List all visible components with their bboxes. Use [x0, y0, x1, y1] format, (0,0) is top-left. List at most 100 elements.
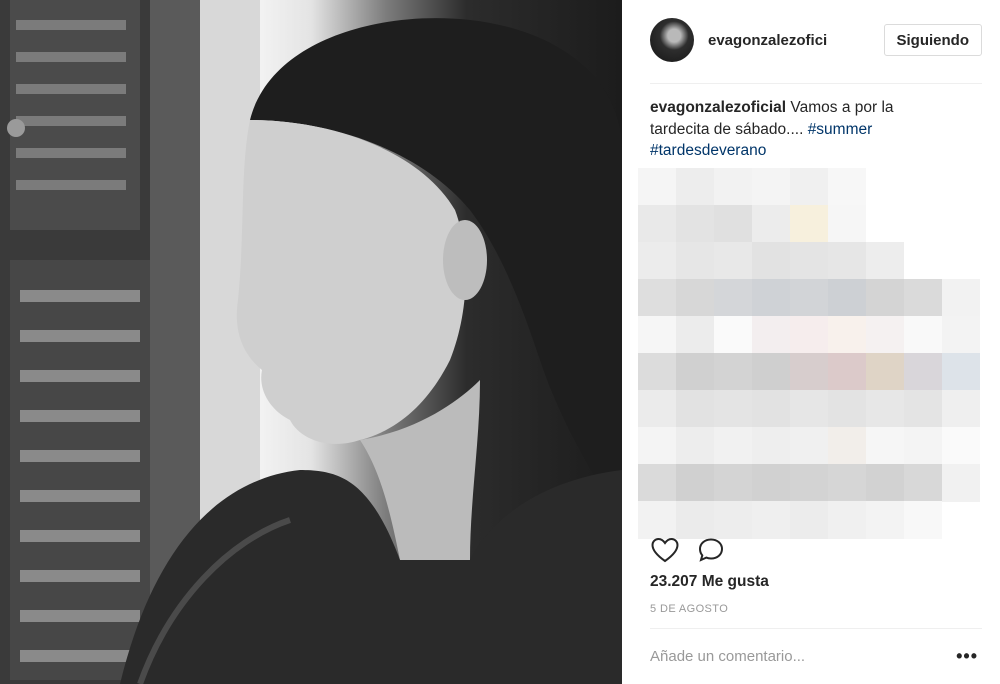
- pixel-block: [790, 501, 828, 539]
- like-button[interactable]: [648, 535, 682, 565]
- likes-count[interactable]: 23.207 Me gusta: [650, 573, 769, 591]
- pixel-block: [676, 279, 714, 317]
- caption-text-line1: Vamos a por la: [786, 99, 894, 116]
- pixel-block: [752, 353, 790, 391]
- pixel-block: [676, 242, 714, 280]
- post-photo[interactable]: [0, 0, 622, 684]
- pixel-block: [752, 279, 790, 317]
- pixel-block: [638, 205, 676, 243]
- pixel-block: [714, 427, 752, 465]
- comment-button[interactable]: [694, 535, 728, 565]
- pixel-block: [714, 205, 752, 243]
- post-header: evagonzalezofici Siguiendo: [650, 14, 982, 66]
- pixel-block: [904, 501, 942, 539]
- pixel-block: [752, 316, 790, 354]
- post-date[interactable]: 5 DE AGOSTO: [650, 603, 728, 615]
- pixel-block: [752, 501, 790, 539]
- pixel-block: [828, 242, 866, 280]
- pixel-block: [904, 464, 942, 502]
- avatar[interactable]: [650, 18, 694, 62]
- pixel-block: [714, 501, 752, 539]
- pixel-block: [866, 427, 904, 465]
- pixel-block: [714, 464, 752, 502]
- pixel-block: [904, 316, 942, 354]
- pixel-block: [942, 427, 980, 465]
- pixel-block: [676, 353, 714, 391]
- pixel-block: [866, 316, 904, 354]
- pixel-block: [676, 390, 714, 428]
- pixelated-comments: [638, 168, 988, 539]
- pixel-block: [638, 353, 676, 391]
- following-button[interactable]: Siguiendo: [883, 24, 982, 56]
- pixel-block: [942, 464, 980, 502]
- pixel-block: [676, 427, 714, 465]
- comment-divider: [650, 628, 982, 629]
- pixel-block: [866, 242, 904, 280]
- pixel-block: [638, 427, 676, 465]
- pixel-block: [790, 279, 828, 317]
- pixel-block: [714, 316, 752, 354]
- post-actions: [648, 535, 740, 565]
- pixel-block: [676, 168, 714, 206]
- hashtag-summer[interactable]: #summer: [808, 121, 873, 138]
- pixel-block: [866, 353, 904, 391]
- pixel-block: [752, 427, 790, 465]
- pixel-block: [638, 390, 676, 428]
- pixel-block: [942, 279, 980, 317]
- pixel-block: [714, 390, 752, 428]
- pixel-block: [638, 316, 676, 354]
- photo-illustration: [0, 0, 622, 684]
- pixel-block: [752, 390, 790, 428]
- pixel-block: [942, 353, 980, 391]
- pixel-block: [904, 279, 942, 317]
- pixel-block: [828, 168, 866, 206]
- pixel-block: [676, 205, 714, 243]
- pixel-block: [790, 205, 828, 243]
- more-options-button[interactable]: •••: [956, 646, 978, 667]
- pixel-block: [866, 390, 904, 428]
- pixel-block: [828, 464, 866, 502]
- pixel-block: [752, 205, 790, 243]
- pixel-block: [752, 168, 790, 206]
- pixel-block: [866, 501, 904, 539]
- pixel-block: [828, 279, 866, 317]
- pixel-block: [828, 390, 866, 428]
- pixel-block: [904, 427, 942, 465]
- pixel-block: [828, 316, 866, 354]
- pixel-block: [790, 316, 828, 354]
- pixel-block: [790, 390, 828, 428]
- speech-bubble-icon: [698, 538, 724, 562]
- post-side-panel: evagonzalezofici Siguiendo evagonzalezof…: [622, 0, 1000, 684]
- pixel-block: [790, 242, 828, 280]
- pixel-block: [828, 353, 866, 391]
- pixel-block: [790, 464, 828, 502]
- pixel-block: [828, 205, 866, 243]
- pixel-block: [866, 464, 904, 502]
- pixel-block: [904, 390, 942, 428]
- caption-text-line2: tardecita de sábado....: [650, 120, 808, 138]
- pixel-block: [942, 390, 980, 428]
- pixel-block: [676, 501, 714, 539]
- pixel-block: [790, 427, 828, 465]
- pixel-block: [638, 501, 676, 539]
- instagram-post: evagonzalezofici Siguiendo evagonzalezof…: [0, 0, 1000, 684]
- caption-username[interactable]: evagonzalezoficial: [650, 99, 786, 116]
- header-username[interactable]: evagonzalezofici: [708, 32, 827, 49]
- pixel-block: [638, 168, 676, 206]
- pixel-block: [752, 242, 790, 280]
- pixel-block: [714, 242, 752, 280]
- add-comment-input[interactable]: Añade un comentario...: [650, 648, 910, 665]
- pixel-block: [638, 464, 676, 502]
- pixel-block: [790, 353, 828, 391]
- pixel-block: [866, 279, 904, 317]
- heart-icon: [651, 537, 679, 563]
- pixel-block: [828, 427, 866, 465]
- pixel-block: [638, 279, 676, 317]
- pixel-block: [752, 464, 790, 502]
- pixel-block: [714, 353, 752, 391]
- hashtag-tardesdeverano[interactable]: #tardesdeverano: [650, 142, 766, 159]
- pixel-block: [904, 353, 942, 391]
- pixel-block: [790, 168, 828, 206]
- pixel-block: [676, 464, 714, 502]
- header-divider: [650, 83, 982, 84]
